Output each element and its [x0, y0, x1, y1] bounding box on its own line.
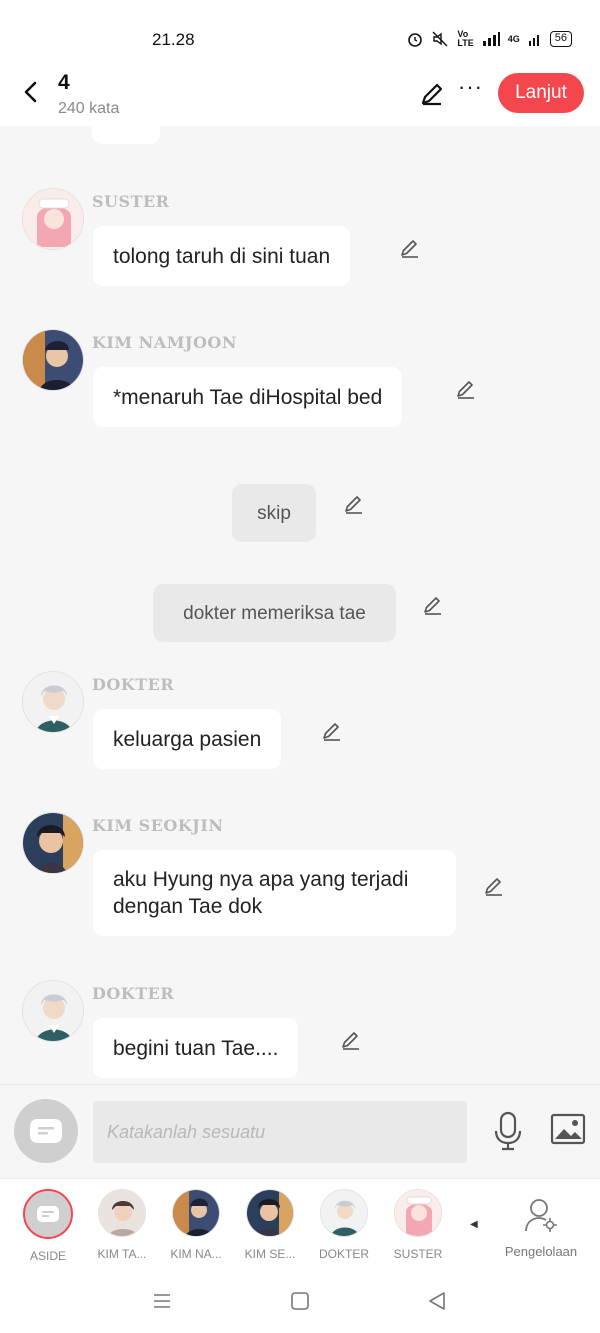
message-bubble[interactable]: tolong taruh di sini tuan: [93, 226, 351, 286]
character-aside[interactable]: ASIDE: [16, 1189, 80, 1263]
user-settings-icon: [525, 1199, 557, 1232]
aside-avatar: [23, 1189, 73, 1239]
avatar-kim-seokjin[interactable]: [22, 812, 84, 874]
back-nav-icon[interactable]: [426, 1290, 448, 1312]
management-label: Pengelolaan: [504, 1244, 578, 1259]
next-button[interactable]: Lanjut: [498, 73, 584, 113]
back-icon[interactable]: [18, 78, 44, 106]
character-label: KIM NA...: [170, 1247, 222, 1261]
home-icon[interactable]: [289, 1290, 311, 1312]
more-options-icon[interactable]: ···: [458, 74, 483, 100]
alarm-icon: [408, 33, 423, 47]
character-label: ASIDE: [29, 1249, 66, 1263]
message-bubble-partial[interactable]: [92, 126, 160, 144]
character-label: DOKTER: [318, 1247, 369, 1261]
volte-icon: Vo LTE: [457, 29, 474, 48]
edit-message-icon[interactable]: [343, 493, 365, 515]
edit-message-icon[interactable]: [422, 594, 444, 616]
avatar-suster[interactable]: [22, 188, 84, 250]
message-bubble[interactable]: *menaruh Tae diHospital bed: [93, 367, 403, 427]
edit-message-icon[interactable]: [321, 720, 343, 742]
message-box-icon: [30, 1119, 62, 1143]
avatar-dokter: [320, 1189, 368, 1237]
signal-icon-2: [528, 35, 539, 46]
avatar-dokter[interactable]: [22, 671, 84, 733]
character-dokter[interactable]: DOKTER: [312, 1189, 376, 1261]
character-name: KIM NAMJOON: [92, 333, 237, 352]
character-suster[interactable]: SUSTER: [386, 1189, 450, 1261]
image-icon[interactable]: [550, 1113, 586, 1145]
edit-message-icon[interactable]: [399, 237, 421, 259]
character-kim-seokjin[interactable]: KIM SE...: [238, 1189, 302, 1261]
aside-bubble[interactable]: dokter memeriksa tae: [153, 584, 396, 642]
status-time: 21.28: [152, 30, 195, 49]
story-title: 4: [58, 71, 70, 94]
edit-message-icon[interactable]: [483, 875, 505, 897]
signal-icon: [482, 32, 500, 46]
character-label: SUSTER: [393, 1247, 443, 1261]
character-kim-taehyung[interactable]: KIM TA...: [90, 1189, 154, 1261]
aside-toggle-button[interactable]: [14, 1099, 78, 1163]
network-type: 4G: [507, 34, 520, 44]
message-bubble[interactable]: keluarga pasien: [93, 709, 282, 769]
avatar-dokter[interactable]: [22, 980, 84, 1042]
avatar-suster: [394, 1189, 442, 1237]
character-bar: ASIDE KIM TA... KIM NA... KIM SE... DOKT…: [0, 1178, 600, 1270]
avatar-kim-namjoon: [172, 1189, 220, 1237]
header: 4 240 kata ··· Lanjut: [0, 60, 600, 126]
message-bubble[interactable]: begini tuan Tae....: [93, 1018, 299, 1078]
edit-title-icon[interactable]: [418, 80, 446, 108]
avatar-kim-namjoon[interactable]: [22, 329, 84, 391]
character-label: KIM SE...: [244, 1247, 296, 1261]
character-name: KIM SEOKJIN: [92, 816, 224, 835]
scroll-more-indicator[interactable]: ◀: [470, 1219, 478, 1230]
battery-indicator: 56: [549, 31, 572, 47]
input-bar: Katakanlah sesuatu: [0, 1084, 600, 1178]
edit-message-icon[interactable]: [340, 1029, 362, 1051]
edit-message-icon[interactable]: [455, 378, 477, 400]
status-icons: Vo LTE 4G 56: [407, 30, 572, 48]
microphone-icon[interactable]: [492, 1111, 524, 1151]
message-box-icon: [37, 1206, 59, 1222]
mute-icon: [432, 31, 448, 47]
character-name: SUSTER: [92, 192, 170, 211]
message-input[interactable]: Katakanlah sesuatu: [93, 1101, 467, 1163]
chat-area[interactable]: SUSTER tolong taruh di sini tuan KIM NAM…: [0, 126, 600, 1084]
message-bubble[interactable]: aku Hyung nya apa yang terjadi dengan Ta…: [93, 850, 456, 936]
avatar-kim-taehyung: [98, 1189, 146, 1237]
word-count: 240 kata: [58, 100, 120, 117]
system-nav-bar: [0, 1270, 600, 1333]
management-button[interactable]: Pengelolaan: [496, 1197, 586, 1259]
character-kim-namjoon[interactable]: KIM NA...: [164, 1189, 228, 1261]
aside-bubble[interactable]: skip: [232, 484, 316, 542]
menu-icon[interactable]: [151, 1290, 173, 1312]
avatar-kim-seokjin: [246, 1189, 294, 1237]
character-label: KIM TA...: [97, 1247, 147, 1261]
character-name: DOKTER: [92, 675, 175, 694]
character-name: DOKTER: [92, 984, 175, 1003]
